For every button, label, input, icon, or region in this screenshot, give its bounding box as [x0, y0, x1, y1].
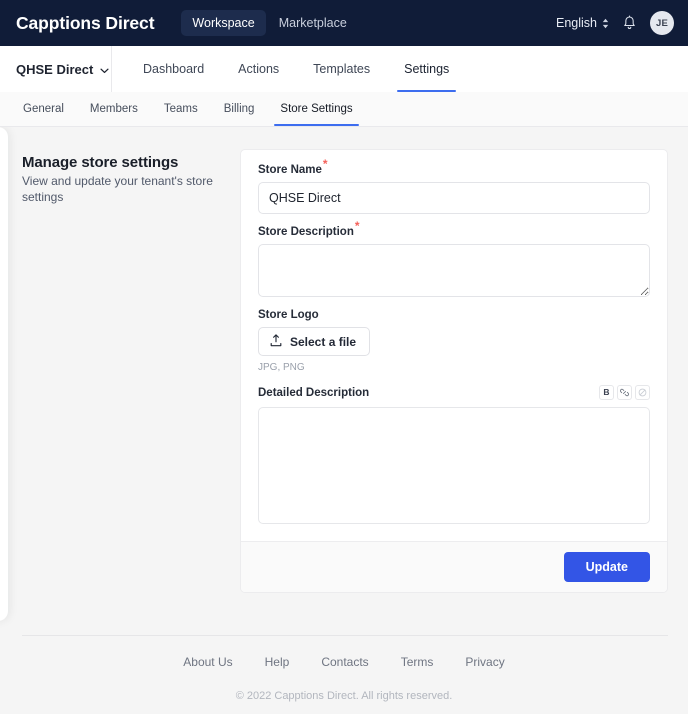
chevron-up-down-icon	[602, 18, 609, 29]
top-header-actions: English JE	[556, 11, 674, 35]
store-settings-card-footer: Update	[241, 541, 667, 592]
language-label: English	[556, 16, 597, 30]
footer-link-about-us[interactable]: About Us	[183, 655, 232, 669]
secondary-nav-bar: General Members Teams Billing Store Sett…	[0, 92, 688, 127]
chevron-down-icon	[100, 62, 109, 77]
top-header-bar: Capptions Direct Workspace Marketplace E…	[0, 0, 688, 46]
store-logo-label: Store Logo	[258, 309, 319, 321]
brand-title: Capptions Direct	[16, 12, 155, 33]
subtab-teams[interactable]: Teams	[151, 92, 211, 126]
store-settings-card: Store Name* Store Description* Store Log…	[240, 149, 668, 593]
footer-link-help[interactable]: Help	[265, 655, 290, 669]
page-intro: Manage store settings View and update yo…	[22, 149, 222, 205]
upload-icon	[270, 333, 282, 350]
subtab-store-settings[interactable]: Store Settings	[267, 92, 365, 126]
detailed-description-label: Detailed Description	[258, 386, 370, 399]
footer-link-terms[interactable]: Terms	[401, 655, 434, 669]
store-logo-hint: JPG, PNG	[258, 362, 305, 373]
select-file-button[interactable]: Select a file	[258, 327, 371, 356]
detailed-description-header: Detailed Description B	[258, 385, 650, 400]
footer-link-contacts[interactable]: Contacts	[321, 655, 368, 669]
store-description-textarea[interactable]	[258, 244, 650, 297]
avatar[interactable]: JE	[650, 11, 674, 35]
bell-icon[interactable]	[622, 15, 637, 31]
field-store-logo: Store Logo Select a file JPG, PNG	[258, 309, 650, 373]
tenant-switcher-label: QHSE Direct	[16, 61, 94, 77]
store-name-input[interactable]	[258, 182, 650, 214]
content-region: Manage store settings View and update yo…	[0, 127, 688, 635]
top-nav: Workspace Marketplace	[181, 10, 357, 36]
content-columns: Manage store settings View and update yo…	[0, 127, 688, 593]
language-selector[interactable]: English	[556, 16, 609, 30]
select-file-button-label: Select a file	[290, 334, 357, 349]
top-nav-item-workspace[interactable]: Workspace	[181, 10, 266, 36]
field-store-name: Store Name*	[258, 158, 650, 214]
tab-dashboard[interactable]: Dashboard	[126, 46, 221, 92]
store-description-label: Store Description*	[258, 220, 650, 238]
subtab-general[interactable]: General	[10, 92, 77, 126]
primary-nav-bar: QHSE Direct Dashboard Actions Templates …	[0, 46, 688, 92]
tab-settings[interactable]: Settings	[387, 46, 466, 92]
field-detailed-description: Detailed Description B	[258, 385, 650, 524]
field-store-description: Store Description*	[258, 220, 650, 297]
update-button[interactable]: Update	[563, 552, 650, 582]
store-description-label-text: Store Description	[258, 226, 354, 238]
unlink-icon[interactable]	[635, 385, 650, 400]
subtab-billing[interactable]: Billing	[211, 92, 268, 126]
footer-links: About Us Help Contacts Terms Privacy	[0, 636, 688, 669]
tab-actions[interactable]: Actions	[221, 46, 296, 92]
page-subtitle: View and update your tenant's store sett…	[22, 174, 213, 205]
required-asterisk: *	[322, 157, 328, 172]
bold-icon[interactable]: B	[599, 385, 614, 400]
editor-toolbar: B	[599, 385, 650, 400]
page-title: Manage store settings	[22, 154, 179, 171]
subtab-members[interactable]: Members	[77, 92, 151, 126]
tenant-switcher[interactable]: QHSE Direct	[0, 46, 112, 92]
page-footer: About Us Help Contacts Terms Privacy © 2…	[0, 635, 688, 714]
app-root: Capptions Direct Workspace Marketplace E…	[0, 0, 688, 714]
top-nav-item-marketplace[interactable]: Marketplace	[268, 10, 358, 36]
primary-tabs: Dashboard Actions Templates Settings	[112, 46, 466, 92]
required-asterisk: *	[354, 219, 360, 234]
copyright-text: © 2022 Capptions Direct. All rights rese…	[235, 690, 453, 702]
store-name-label-text: Store Name	[258, 164, 322, 176]
footer-link-privacy[interactable]: Privacy	[465, 655, 504, 669]
detailed-description-editor[interactable]	[258, 407, 650, 524]
store-settings-form: Store Name* Store Description* Store Log…	[241, 150, 667, 541]
link-icon[interactable]	[617, 385, 632, 400]
tab-templates[interactable]: Templates	[296, 46, 387, 92]
store-name-label: Store Name*	[258, 158, 650, 176]
